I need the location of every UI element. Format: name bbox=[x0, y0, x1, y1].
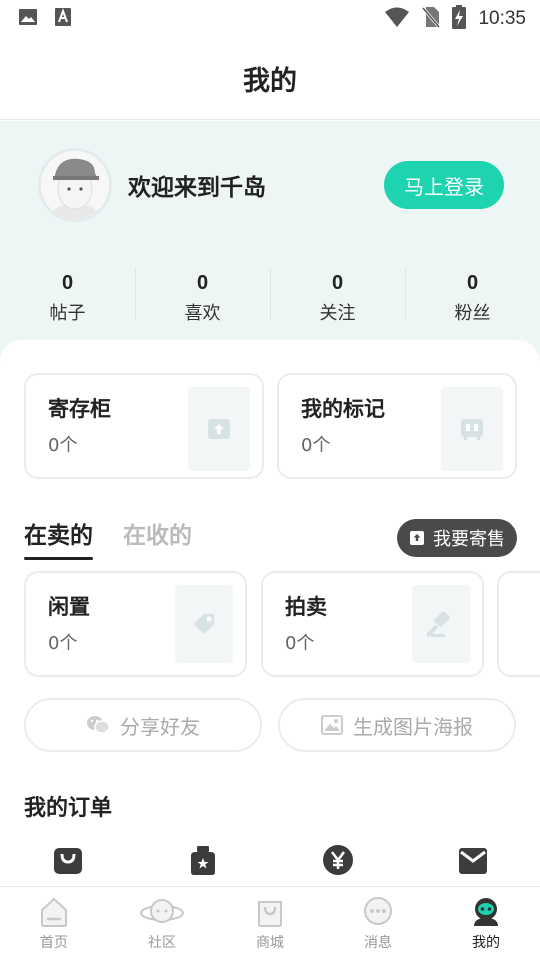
envelope-icon bbox=[458, 848, 487, 874]
message-icon bbox=[364, 896, 392, 925]
wifi-icon bbox=[384, 6, 410, 32]
orders-title: 我的订单 bbox=[24, 796, 113, 821]
nav-home[interactable]: 首页 bbox=[0, 887, 108, 960]
picture-icon bbox=[321, 715, 343, 735]
more-card[interactable] bbox=[497, 571, 540, 677]
locker-card[interactable]: 寄存柜 0个 bbox=[24, 373, 264, 479]
stats-row: 0 帖子 0 喜欢 0 关注 0 粉丝 bbox=[0, 268, 540, 328]
battery-charging-icon bbox=[452, 5, 467, 33]
shop-bag-icon bbox=[258, 900, 282, 927]
login-button[interactable]: 马上登录 bbox=[384, 161, 504, 209]
nav-profile[interactable]: 我的 bbox=[432, 887, 540, 960]
share-friends-button[interactable]: 分享好友 bbox=[24, 698, 262, 752]
nav-shop[interactable]: 商城 bbox=[216, 887, 324, 960]
order-pending-receipt[interactable] bbox=[270, 844, 405, 876]
tab-selling[interactable]: 在卖的 bbox=[24, 516, 93, 560]
image-icon bbox=[18, 7, 38, 31]
consign-button[interactable]: 我要寄售 bbox=[397, 519, 517, 557]
profile-icon bbox=[474, 897, 498, 926]
card-count: 0个 bbox=[301, 435, 331, 456]
stat-label: 喜欢 bbox=[184, 302, 221, 324]
nav-label: 我的 bbox=[472, 934, 500, 951]
stat-value: 0 bbox=[61, 271, 74, 294]
generate-poster-label: 生成图片海报 bbox=[353, 714, 473, 739]
nav-messages[interactable]: 消息 bbox=[324, 887, 432, 960]
planet-icon bbox=[140, 898, 184, 923]
page-header: 我的 bbox=[0, 38, 540, 120]
package-icon bbox=[190, 846, 215, 875]
stat-label: 帖子 bbox=[49, 302, 86, 324]
nav-label: 商城 bbox=[256, 934, 284, 951]
home-icon bbox=[41, 897, 67, 927]
card-title: 寄存柜 bbox=[48, 397, 111, 421]
auction-card[interactable]: 拍卖 0个 bbox=[261, 571, 484, 677]
order-refund[interactable] bbox=[405, 844, 540, 876]
card-count: 0个 bbox=[285, 633, 315, 654]
yen-icon bbox=[322, 845, 353, 875]
stat-followers[interactable]: 0 粉丝 bbox=[405, 268, 540, 328]
stat-value: 0 bbox=[466, 271, 479, 294]
gavel-icon bbox=[412, 585, 470, 663]
stat-label: 粉丝 bbox=[454, 302, 491, 324]
stat-following[interactable]: 0 关注 bbox=[270, 268, 405, 328]
card-count: 0个 bbox=[48, 435, 78, 456]
upload-box-icon bbox=[410, 531, 424, 545]
nav-label: 首页 bbox=[40, 934, 68, 951]
avatar[interactable] bbox=[38, 148, 112, 222]
nav-community[interactable]: 社区 bbox=[108, 887, 216, 960]
stat-value: 0 bbox=[196, 271, 209, 294]
locker-icon bbox=[188, 387, 250, 471]
mark-icon bbox=[441, 387, 503, 471]
bag-icon bbox=[53, 848, 82, 874]
order-pending-shipment[interactable] bbox=[135, 844, 270, 876]
nav-label: 消息 bbox=[364, 934, 392, 951]
card-title: 闲置 bbox=[48, 595, 90, 619]
welcome-text: 欢迎来到千岛 bbox=[128, 175, 266, 201]
consign-label: 我要寄售 bbox=[433, 529, 505, 550]
orders-row bbox=[0, 844, 540, 876]
mark-card[interactable]: 我的标记 0个 bbox=[277, 373, 517, 479]
wechat-icon bbox=[87, 716, 110, 734]
stat-likes[interactable]: 0 喜欢 bbox=[135, 268, 270, 328]
nav-label: 社区 bbox=[148, 934, 176, 951]
stat-label: 关注 bbox=[319, 302, 356, 324]
card-title: 我的标记 bbox=[301, 397, 385, 421]
card-count: 0个 bbox=[48, 633, 78, 654]
text-a-icon bbox=[54, 7, 72, 31]
status-bar: 10:35 bbox=[0, 0, 540, 38]
card-title: 拍卖 bbox=[285, 595, 327, 619]
no-sim-icon bbox=[422, 6, 441, 32]
stat-value: 0 bbox=[331, 271, 344, 294]
idle-card[interactable]: 闲置 0个 bbox=[24, 571, 247, 677]
order-pending-payment[interactable] bbox=[0, 844, 135, 876]
sale-tabs: 在卖的 在收的 bbox=[24, 516, 192, 560]
bottom-nav: 首页 社区 商城 消息 我的 bbox=[0, 886, 540, 960]
page-title: 我的 bbox=[243, 66, 297, 97]
tab-buying[interactable]: 在收的 bbox=[123, 516, 192, 560]
stat-posts[interactable]: 0 帖子 bbox=[0, 268, 135, 328]
status-time: 10:35 bbox=[478, 8, 526, 29]
share-friends-label: 分享好友 bbox=[120, 714, 200, 739]
tag-icon bbox=[175, 585, 233, 663]
generate-poster-button[interactable]: 生成图片海报 bbox=[278, 698, 516, 752]
